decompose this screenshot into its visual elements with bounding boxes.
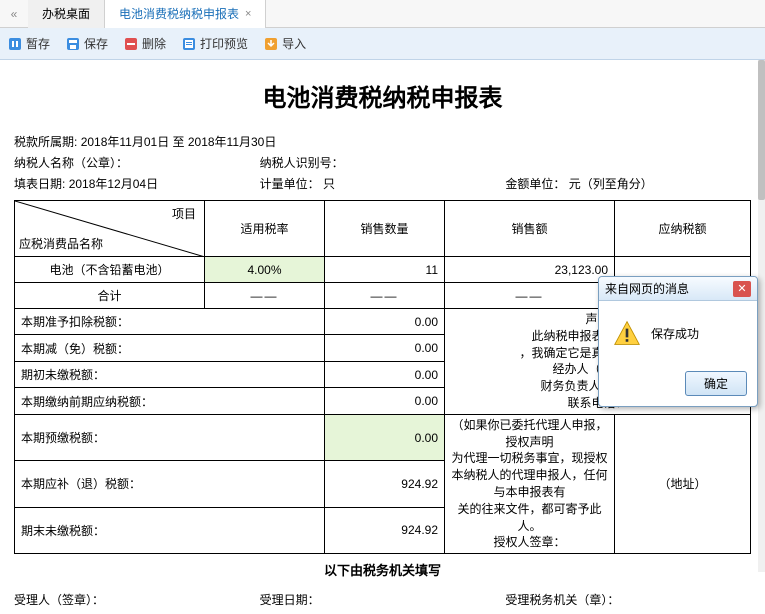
delete-button[interactable]: 删除 bbox=[124, 35, 166, 52]
authorization-text: （如果你已委托代理人申报， 授权声明 为代理一切税务事宜，现授权 本纳税人的代理… bbox=[445, 414, 615, 553]
vertical-scrollbar[interactable] bbox=[758, 60, 765, 572]
delete-icon bbox=[124, 37, 138, 51]
save-button[interactable]: 保存 bbox=[66, 35, 108, 52]
print-icon bbox=[182, 37, 196, 51]
val-deductible: 0.00 bbox=[325, 309, 445, 335]
header-product-name: 应税消费品名称 bbox=[19, 235, 103, 252]
period-value: 2018年11月01日 至 2018年11月30日 bbox=[81, 135, 277, 149]
val-prepaid[interactable]: 0.00 bbox=[325, 414, 445, 460]
tab-battery-tax-form[interactable]: 电池消费税纳税申报表 × bbox=[105, 0, 266, 28]
footer-acceptor: 受理人（签章）： bbox=[14, 591, 260, 608]
tool-label: 保存 bbox=[84, 35, 108, 52]
tool-label: 导入 bbox=[282, 35, 306, 52]
tab-label: 电池消费税纳税申报表 bbox=[119, 0, 239, 28]
label-supplement: 本期应补（退）税额： bbox=[15, 461, 325, 507]
fill-date-label: 填表日期: bbox=[14, 177, 65, 191]
taxpayer-name-label: 纳税人名称（公章）： bbox=[14, 156, 128, 170]
print-preview-button[interactable]: 打印预览 bbox=[182, 35, 248, 52]
unit-measure-label: 计量单位： bbox=[260, 177, 320, 191]
label-end-unpaid: 期末未缴税额： bbox=[15, 507, 325, 553]
cell-dash: —— bbox=[205, 283, 325, 309]
row-total-label: 合计 bbox=[15, 283, 205, 309]
footer-accept-org: 受理税务机关（章）： bbox=[505, 591, 751, 608]
amount-unit-value: 元（列至角分） bbox=[569, 177, 653, 191]
row-battery-name: 电池（不含铅蓄电池） bbox=[15, 257, 205, 283]
header-qty: 销售数量 bbox=[325, 201, 445, 257]
tabs-collapse[interactable]: « bbox=[0, 7, 28, 21]
import-icon bbox=[264, 37, 278, 51]
cell-battery-qty[interactable]: 11 bbox=[325, 257, 445, 283]
save-icon bbox=[66, 37, 80, 51]
unit-measure-value: 只 bbox=[323, 177, 335, 191]
address-text: （地址） bbox=[615, 414, 751, 553]
header-tax: 应纳税额 bbox=[615, 201, 751, 257]
label-reduction: 本期减（免）税额： bbox=[15, 335, 325, 361]
cell-battery-amount[interactable]: 23,123.00 bbox=[445, 257, 615, 283]
scrollbar-thumb[interactable] bbox=[758, 60, 765, 200]
cell-dash: —— bbox=[325, 283, 445, 309]
taxpayer-id-label: 纳税人识别号： bbox=[260, 156, 344, 170]
cell-battery-rate[interactable]: 4.00% bbox=[205, 257, 325, 283]
label-prepaid: 本期预缴税额： bbox=[15, 414, 325, 460]
header-rate: 适用税率 bbox=[205, 201, 325, 257]
tool-label: 打印预览 bbox=[200, 35, 248, 52]
label-initial-unpaid: 期初未缴税额： bbox=[15, 361, 325, 387]
label-prior-paid: 本期缴纳前期应纳税额： bbox=[15, 388, 325, 414]
label-deductible: 本期准予扣除税额： bbox=[15, 309, 325, 335]
tax-authority-section-title: 以下由税务机关填写 bbox=[14, 554, 751, 585]
pause-button[interactable]: 暂存 bbox=[8, 35, 50, 52]
import-button[interactable]: 导入 bbox=[264, 35, 306, 52]
fill-date-value: 2018年12月04日 bbox=[69, 177, 158, 191]
val-end-unpaid: 924.92 bbox=[325, 507, 445, 553]
val-prior-paid: 0.00 bbox=[325, 388, 445, 414]
message-dialog: 来自网页的消息 ✕ 保存成功 确定 bbox=[598, 276, 758, 407]
tool-label: 暂存 bbox=[26, 35, 50, 52]
header-diagonal: 项目 应税消费品名称 bbox=[15, 201, 205, 257]
dialog-title-text: 来自网页的消息 bbox=[605, 280, 689, 297]
header-project: 项目 bbox=[172, 205, 196, 222]
period-label: 税款所属期: bbox=[14, 135, 77, 149]
tab-label: 办税桌面 bbox=[42, 0, 90, 28]
page-title: 电池消费税纳税申报表 bbox=[14, 70, 751, 133]
pause-icon bbox=[8, 37, 22, 51]
dialog-close-button[interactable]: ✕ bbox=[733, 281, 751, 297]
val-supplement: 924.92 bbox=[325, 461, 445, 507]
val-reduction: 0.00 bbox=[325, 335, 445, 361]
cell-dash: —— bbox=[445, 283, 615, 309]
val-initial-unpaid: 0.00 bbox=[325, 361, 445, 387]
tool-label: 删除 bbox=[142, 35, 166, 52]
amount-unit-label: 金额单位： bbox=[505, 177, 565, 191]
header-amount: 销售额 bbox=[445, 201, 615, 257]
tab-desktop[interactable]: 办税桌面 bbox=[28, 0, 105, 28]
footer-accept-date: 受理日期： bbox=[260, 591, 506, 608]
dialog-ok-button[interactable]: 确定 bbox=[685, 371, 747, 396]
dialog-message: 保存成功 bbox=[651, 325, 699, 342]
warning-icon bbox=[613, 319, 641, 347]
close-icon[interactable]: × bbox=[245, 0, 251, 28]
